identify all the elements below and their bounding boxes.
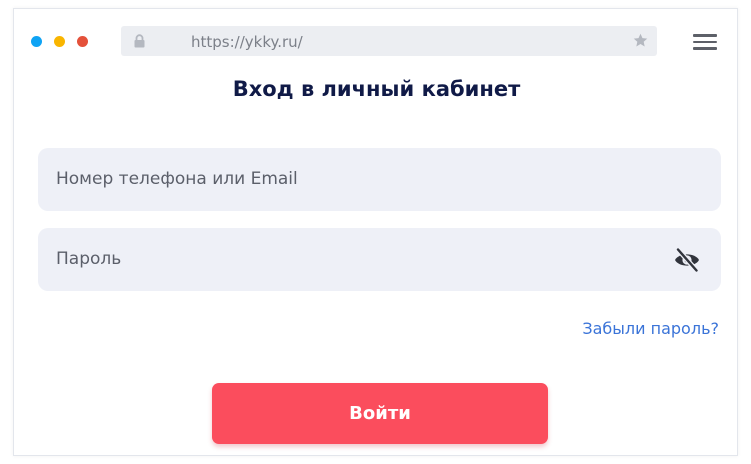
login-placeholder: Номер телефона или Email: [56, 169, 298, 189]
eye-slash-icon[interactable]: [673, 247, 701, 273]
window-dot-yellow-icon[interactable]: [54, 36, 65, 47]
url-text: https://ykky.ru/: [191, 33, 303, 51]
login-button[interactable]: Войти: [212, 383, 548, 444]
window-dot-blue-icon[interactable]: [31, 36, 42, 47]
browser-window: https://ykky.ru/ Вход в личный кабинет Н…: [13, 8, 738, 456]
login-input[interactable]: Номер телефона или Email: [38, 148, 721, 211]
lock-icon: [134, 34, 145, 48]
star-icon[interactable]: [632, 32, 649, 49]
password-input[interactable]: Пароль: [38, 228, 721, 291]
address-bar[interactable]: https://ykky.ru/: [121, 26, 657, 56]
window-dot-red-icon[interactable]: [77, 36, 88, 47]
forgot-password-link[interactable]: Забыли пароль?: [582, 319, 719, 338]
page-title: Вход в личный кабинет: [232, 77, 521, 101]
hamburger-menu-icon[interactable]: [693, 34, 717, 50]
password-placeholder: Пароль: [56, 249, 122, 269]
